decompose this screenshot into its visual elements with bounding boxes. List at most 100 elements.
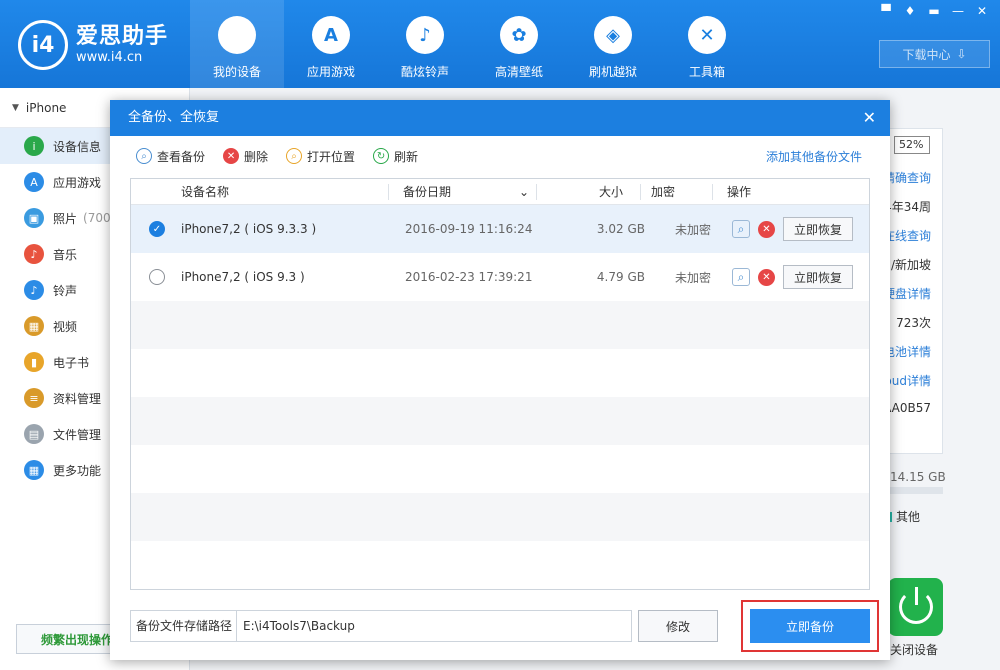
row-radio[interactable]: ✓ — [149, 221, 165, 237]
battery-percent: 52% — [894, 136, 930, 154]
info-icon: i — [24, 136, 44, 156]
view-backup-icon[interactable]: ⌕ — [732, 268, 750, 286]
legend-other: 其他 — [887, 508, 920, 525]
refresh-button[interactable]: ↻ 刷新 — [373, 148, 418, 165]
sidebar-item-label: 更多功能 — [53, 463, 102, 478]
flower-icon: ✿ — [500, 16, 538, 54]
power-icon — [898, 587, 933, 624]
nav-item-appstore[interactable]: A 应用游戏 — [284, 0, 378, 88]
download-center-label: 下载中心 — [902, 47, 951, 62]
backup-path-label: 备份文件存储路径 — [131, 611, 237, 641]
nav-label: 刷机越狱 — [588, 65, 637, 79]
table-row[interactable]: iPhone7,2 ( iOS 9.3 ) 2016-02-23 17:39:21… — [131, 253, 869, 301]
app-title: 爱思助手 — [76, 24, 169, 49]
music-icon: ♪ — [24, 244, 44, 264]
close-device-label: 关闭设备 — [890, 643, 939, 657]
view-backup-icon: ⌕ — [136, 148, 152, 164]
download-center-button[interactable]: 下载中心 ⇩ — [879, 40, 990, 68]
contacts-icon: ≡ — [24, 388, 44, 408]
table-row[interactable]: ✓ iPhone7,2 ( iOS 9.3.3 ) 2016-09-19 11:16… — [131, 205, 869, 253]
bell-icon: ♪ — [24, 280, 44, 300]
nav-item-box[interactable]: ◈ 刷机越狱 — [566, 0, 660, 88]
empty-row — [131, 445, 869, 493]
col-size: 大小 — [537, 179, 641, 205]
empty-row — [131, 493, 869, 541]
close-window-icon[interactable]: ✕ — [972, 2, 992, 20]
col-backup-date-label: 备份日期 — [403, 184, 452, 199]
book-icon: ▮ — [24, 352, 44, 372]
modify-path-button[interactable]: 修改 — [638, 610, 718, 642]
sort-chevron-icon: ⌄ — [518, 184, 529, 199]
col-backup-date[interactable]: 备份日期 ⌄ — [389, 179, 537, 205]
bell-icon: ♪ — [406, 16, 444, 54]
restore-now-button[interactable]: 立即恢复 — [783, 265, 853, 289]
feedback-icon[interactable]: ▀ — [876, 2, 896, 20]
video-icon: ▦ — [24, 316, 44, 336]
nav-item-tools[interactable]: ✕ 工具箱 — [660, 0, 754, 88]
empty-row — [131, 301, 869, 349]
nav-label: 酷炫铃声 — [400, 65, 449, 79]
nav-item-flower[interactable]: ✿ 高清壁纸 — [472, 0, 566, 88]
appstore-icon: A — [24, 172, 44, 192]
toolbar-label: 刷新 — [394, 149, 419, 164]
sidebar-item-label: 文件管理 — [53, 427, 102, 442]
delete-button[interactable]: ✕ 删除 — [223, 148, 268, 165]
appstore-icon: A — [312, 16, 350, 54]
add-other-backup-link[interactable]: 添加其他备份文件 — [766, 148, 862, 165]
file-icon: ▤ — [24, 424, 44, 444]
nav-item-apple[interactable]: 我的设备 — [190, 0, 284, 88]
minimize-icon[interactable]: — — [948, 2, 968, 20]
col-device-name: 设备名称 — [131, 179, 389, 205]
nav-label: 工具箱 — [688, 65, 725, 79]
backup-date: 2016-09-19 11:16:24 — [405, 222, 533, 236]
backup-highlight-frame: 立即备份 — [741, 600, 879, 652]
row-operations: ⌕ ✕ 立即恢复 — [720, 217, 853, 241]
backup-date: 2016-02-23 17:39:21 — [405, 270, 533, 284]
legend-other-label: 其他 — [896, 510, 921, 524]
toolbar-label: 删除 — [244, 149, 269, 164]
nav-label: 应用游戏 — [306, 65, 355, 79]
dialog-toolbar: ⌕ 查看备份 ✕ 删除 ⌕ 打开位置 ↻ 刷新 添加其他备份文件 — [110, 136, 890, 176]
delete-icon[interactable]: ✕ — [758, 268, 775, 286]
toolbar-label: 打开位置 — [307, 149, 356, 164]
view-backup-button[interactable]: ⌕ 查看备份 — [136, 148, 205, 165]
backup-encryption: 未加密 — [675, 270, 712, 285]
view-backup-icon[interactable]: ⌕ — [732, 220, 750, 238]
download-icon: ⇩ — [956, 47, 967, 61]
app-url: www.i4.cn — [76, 50, 143, 65]
delete-icon: ✕ — [223, 148, 240, 164]
skin-icon[interactable]: ♦ — [900, 2, 920, 20]
menu-icon[interactable]: ▬ — [924, 2, 944, 20]
table-header: 设备名称 备份日期 ⌄ 大小 加密 操作 — [131, 179, 869, 205]
photo-icon: ▣ — [24, 208, 44, 228]
col-encrypt: 加密 — [641, 179, 713, 205]
close-device-button[interactable] — [888, 578, 943, 636]
nav-label: 高清壁纸 — [494, 65, 543, 79]
sidebar-item-label: 电子书 — [53, 355, 90, 370]
restore-now-button[interactable]: 立即恢复 — [783, 217, 853, 241]
sidebar-item-label: 铃声 — [53, 283, 78, 298]
toolbar-label: 查看备份 — [157, 149, 206, 164]
top-bar: i4 爱思助手 www.i4.cn 我的设备 A 应用游戏 ♪ 酷炫铃声 ✿ 高清壁纸 ◈ 刷机… — [0, 0, 1000, 88]
app-logo: i4 爱思助手 www.i4.cn — [18, 16, 183, 74]
backup-device-name: iPhone7,2 ( iOS 9.3.3 ) — [181, 222, 317, 236]
sidebar-item-label: 应用游戏 — [53, 175, 102, 190]
backup-now-button[interactable]: 立即备份 — [750, 609, 870, 643]
open-location-button[interactable]: ⌕ 打开位置 — [286, 148, 355, 165]
storage-bar — [886, 487, 943, 494]
backup-device-name: iPhone7,2 ( iOS 9.3 ) — [181, 270, 305, 284]
grid-icon: ▦ — [24, 460, 44, 480]
backup-table: 设备名称 备份日期 ⌄ 大小 加密 操作 ✓ iPhone7,2 ( iOS 9.… — [130, 178, 870, 590]
row-radio[interactable] — [149, 269, 165, 285]
close-icon[interactable]: ✕ — [863, 100, 876, 136]
dialog-title: 全备份、全恢复 — [128, 110, 220, 125]
backup-path-value[interactable]: E:\i4Tools7\Backup — [237, 619, 355, 633]
backup-path-field: 备份文件存储路径 E:\i4Tools7\Backup — [130, 610, 632, 642]
col-operations: 操作 — [727, 184, 752, 199]
sidebar-item-label: 音乐 — [53, 247, 78, 262]
delete-icon[interactable]: ✕ — [758, 220, 775, 238]
nav-label: 我的设备 — [212, 65, 261, 79]
dialog-title-bar: 全备份、全恢复 ✕ — [110, 100, 890, 136]
device-name: iPhone — [25, 100, 67, 115]
nav-item-bell[interactable]: ♪ 酷炫铃声 — [378, 0, 472, 88]
